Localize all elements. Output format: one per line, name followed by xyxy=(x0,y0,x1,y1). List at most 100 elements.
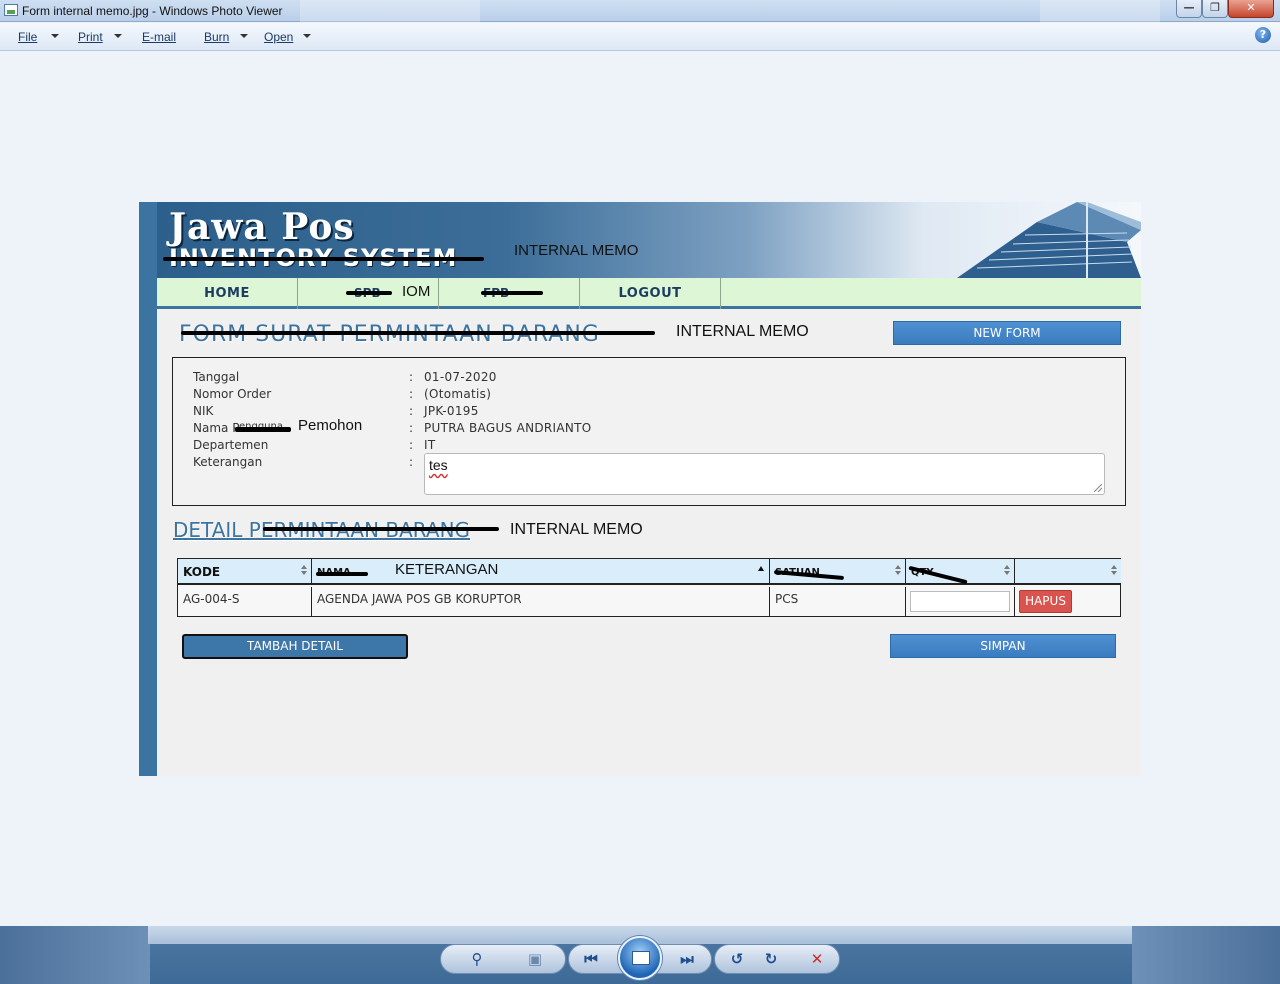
nik-value: JPK-0195 xyxy=(424,404,479,418)
slideshow-button[interactable] xyxy=(618,936,662,980)
aero-glass-reflection xyxy=(300,0,480,22)
menu-burn[interactable]: Burn xyxy=(204,30,229,44)
delete-icon[interactable]: ✕ xyxy=(806,950,828,968)
scribble-strike xyxy=(163,257,484,261)
qty-input[interactable] xyxy=(910,591,1010,612)
next-icon[interactable]: ⏭ xyxy=(676,950,698,968)
simpan-button[interactable]: SIMPAN xyxy=(890,634,1116,658)
colon: : xyxy=(409,370,414,384)
zoom-icon[interactable]: ⚲ xyxy=(466,950,488,968)
actual-size-icon[interactable]: ▣ xyxy=(524,950,546,968)
minimize-button[interactable]: — xyxy=(1176,0,1202,18)
nav-fpb[interactable]: FPB xyxy=(439,278,580,309)
main-nav: HOME SPB IOM FPB LOGOUT xyxy=(157,278,1141,309)
nav-iom-label: IOM xyxy=(402,283,431,300)
new-form-button[interactable]: NEW FORM xyxy=(893,321,1121,345)
previous-icon[interactable]: ⏮ xyxy=(580,950,602,968)
column-header-qty[interactable]: QTY xyxy=(906,559,1015,585)
toolbar-group-view xyxy=(440,944,566,974)
table-row xyxy=(906,587,1015,617)
scribble-strike xyxy=(263,527,499,531)
sort-icon[interactable] xyxy=(1111,565,1117,577)
column-kode-label: KODE xyxy=(183,565,221,579)
column-header-action[interactable] xyxy=(1015,559,1121,585)
aero-glass-reflection xyxy=(1040,0,1160,22)
resize-grip-icon[interactable] xyxy=(1094,484,1102,492)
menu-print[interactable]: Print xyxy=(78,30,103,44)
rotate-counterclockwise-icon[interactable]: ↺ xyxy=(726,950,748,968)
hapus-button[interactable]: HAPUS xyxy=(1019,590,1072,613)
menu-open[interactable]: Open xyxy=(264,30,293,44)
keterangan-text: tes xyxy=(429,457,448,473)
chevron-down-icon[interactable] xyxy=(51,34,59,38)
cell-satuan: PCS xyxy=(775,592,799,606)
nav-home-label: HOME xyxy=(204,286,250,301)
detail-table: KODE NAMA KETERANGAN SATUAN QTY AG-004-S… xyxy=(177,558,1121,617)
menu-bar: File Print E-mail Burn Open ? xyxy=(0,23,1280,51)
table-row: HAPUS xyxy=(1015,587,1121,617)
form-title-replacement: INTERNAL MEMO xyxy=(676,323,809,340)
sort-ascending-icon[interactable] xyxy=(758,566,764,571)
page-banner: Jawa Pos INVENTORY SYSTEM INTERNAL MEMO xyxy=(157,202,1141,278)
nama-replacement-label: Pemohon xyxy=(298,417,363,434)
sort-icon[interactable] xyxy=(301,565,307,577)
chevron-down-icon[interactable] xyxy=(114,34,122,38)
displayed-photo: Jawa Pos INVENTORY SYSTEM INTERNAL MEMO … xyxy=(139,202,1141,776)
banner-label: INTERNAL MEMO xyxy=(514,242,639,259)
scribble-strike xyxy=(316,572,368,576)
nomor-order-value: (Otomatis) xyxy=(424,387,492,401)
nik-label: NIK xyxy=(193,404,214,418)
tambah-detail-button[interactable]: TAMBAH DETAIL xyxy=(182,634,408,659)
tanggal-label: Tanggal xyxy=(193,370,240,384)
maximize-button[interactable]: ❐ xyxy=(1202,0,1228,18)
column-header-kode[interactable]: KODE xyxy=(178,559,312,585)
column-header-satuan[interactable]: SATUAN xyxy=(770,559,906,585)
menu-email[interactable]: E-mail xyxy=(142,30,176,44)
page-left-strip xyxy=(139,202,157,776)
building-illustration xyxy=(957,202,1141,278)
window-titlebar: Form internal memo.jpg - Windows Photo V… xyxy=(0,0,1280,22)
toolbar-edge xyxy=(0,926,150,984)
scribble-strike xyxy=(181,331,655,335)
table-row: AGENDA JAWA POS GB KORUPTOR xyxy=(312,587,770,617)
scribble-strike xyxy=(481,291,543,295)
chevron-down-icon[interactable] xyxy=(240,34,248,38)
column-header-keterangan[interactable]: NAMA KETERANGAN xyxy=(312,559,770,585)
cell-keterangan: AGENDA JAWA POS GB KORUPTOR xyxy=(317,592,522,606)
colon: : xyxy=(409,455,414,469)
nav-logout-label: LOGOUT xyxy=(618,286,682,301)
sort-icon[interactable] xyxy=(1004,565,1010,577)
rotate-clockwise-icon[interactable]: ↻ xyxy=(760,950,782,968)
nav-home[interactable]: HOME xyxy=(157,278,298,309)
nav-iom[interactable]: SPB IOM xyxy=(298,278,439,309)
colon: : xyxy=(409,404,414,418)
scribble-strike xyxy=(235,427,291,432)
detail-title-replacement: INTERNAL MEMO xyxy=(510,521,643,538)
table-row: PCS xyxy=(770,587,906,617)
column-keterangan-label: KETERANGAN xyxy=(395,561,499,578)
departemen-value: IT xyxy=(424,438,436,452)
keterangan-label: Keterangan xyxy=(193,455,263,469)
request-form: Tanggal : 01-07-2020 Nomor Order : (Otom… xyxy=(172,357,1126,506)
help-icon[interactable]: ? xyxy=(1255,27,1271,43)
colon: : xyxy=(409,387,414,401)
chevron-down-icon[interactable] xyxy=(303,34,311,38)
nomor-order-label: Nomor Order xyxy=(193,387,272,401)
cell-kode: AG-004-S xyxy=(183,592,240,606)
photo-viewer-app-icon xyxy=(4,4,18,16)
window-title: Form internal memo.jpg - Windows Photo V… xyxy=(22,4,283,18)
close-button[interactable]: ✕ xyxy=(1228,0,1274,18)
colon: : xyxy=(409,421,414,435)
nama-value: PUTRA BAGUS ANDRIANTO xyxy=(424,421,592,435)
scribble-strike xyxy=(346,291,392,295)
keterangan-textarea[interactable]: tes xyxy=(424,453,1105,495)
tanggal-value: 01-07-2020 xyxy=(424,370,497,384)
colon: : xyxy=(409,438,414,452)
toolbar-edge xyxy=(1132,926,1280,984)
sort-icon[interactable] xyxy=(895,565,901,577)
table-row: AG-004-S xyxy=(178,587,312,617)
departemen-label: Departemen xyxy=(193,438,269,452)
menu-file[interactable]: File xyxy=(18,30,37,44)
nav-logout[interactable]: LOGOUT xyxy=(580,278,721,309)
logo-title: Jawa Pos xyxy=(169,206,355,248)
